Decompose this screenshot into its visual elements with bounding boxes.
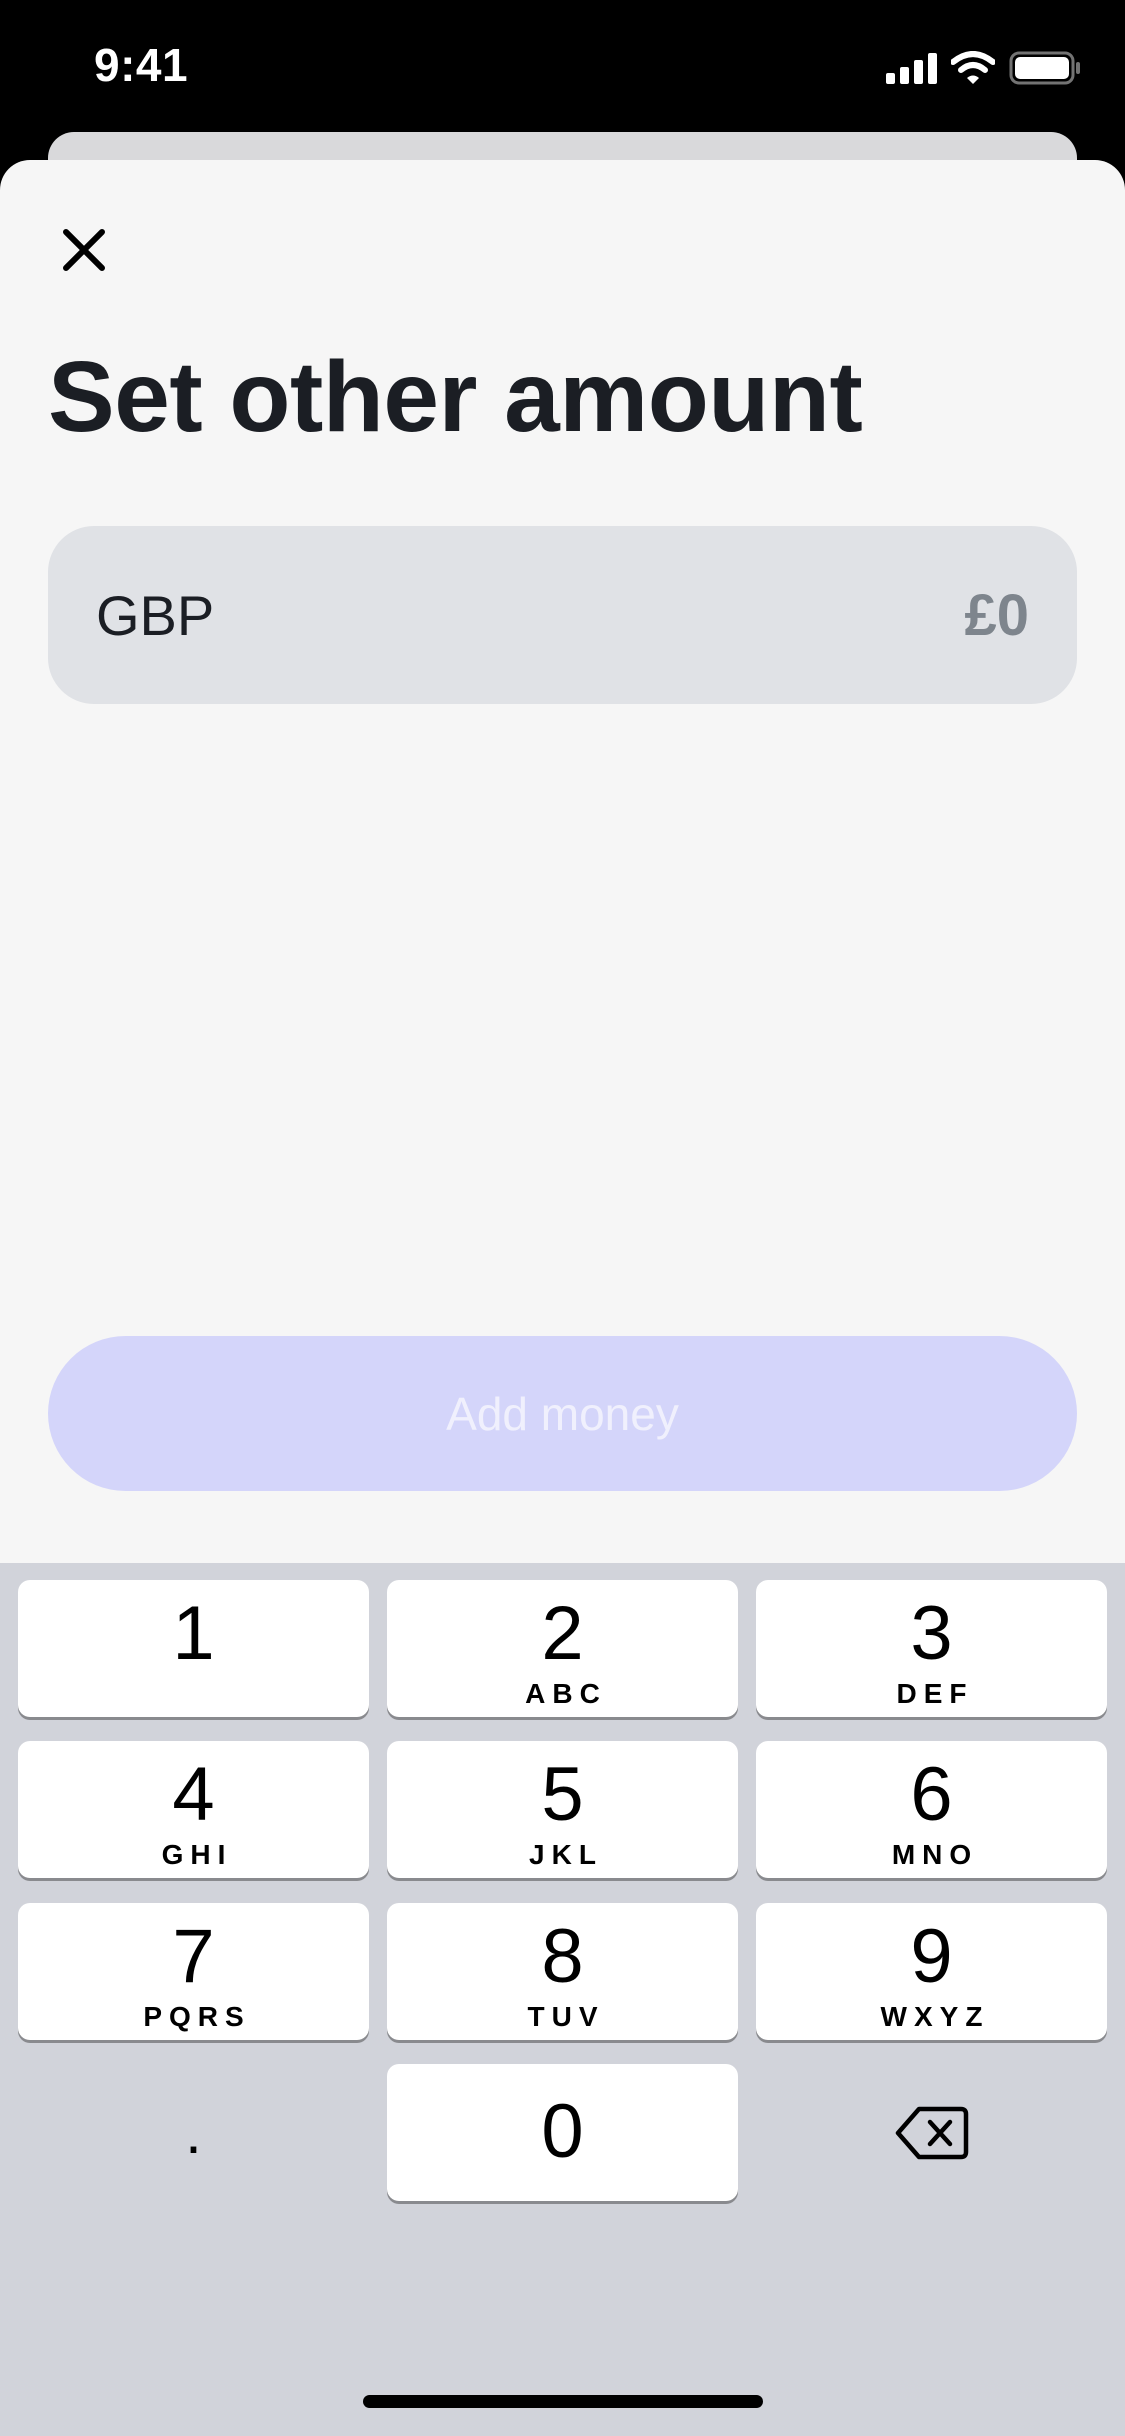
key-digit: 6: [910, 1752, 953, 1837]
key-3[interactable]: 3 DEF: [756, 1580, 1107, 1717]
currency-label: GBP: [96, 583, 215, 647]
key-digit: 8: [541, 1914, 584, 1999]
key-digit: 2: [541, 1591, 584, 1676]
status-bar: 9:41: [0, 0, 1125, 140]
backspace-key[interactable]: [756, 2064, 1107, 2201]
key-letters: GHI: [161, 1839, 233, 1870]
key-letters: MNO: [891, 1839, 979, 1870]
numeric-keypad: 1 2 ABC 3 DEF 4 GHI 5 JKL 6 MNO 7 PQRS 8…: [0, 1563, 1125, 2436]
key-8[interactable]: 8 TUV: [387, 1903, 738, 2040]
key-9[interactable]: 9 WXYZ: [756, 1903, 1107, 2040]
add-money-button[interactable]: Add money: [48, 1336, 1077, 1491]
key-1[interactable]: 1: [18, 1580, 369, 1717]
close-button[interactable]: [54, 220, 114, 280]
key-letters: TUV: [527, 2001, 605, 2032]
key-2[interactable]: 2 ABC: [387, 1580, 738, 1717]
key-digit: 5: [541, 1752, 584, 1837]
key-letters: JKL: [529, 1839, 603, 1870]
key-0[interactable]: 0: [387, 2064, 738, 2201]
amount-value: £0: [964, 582, 1029, 648]
key-digit: 4: [172, 1752, 215, 1837]
close-icon: [63, 229, 105, 271]
home-indicator: [363, 2395, 763, 2408]
key-letters: WXYZ: [880, 2001, 990, 2032]
backspace-icon: [895, 2106, 968, 2159]
key-letters: PQRS: [143, 2001, 251, 2032]
key-digit: 9: [910, 1914, 953, 1999]
key-letters: ABC: [525, 1678, 607, 1709]
key-digit: 3: [910, 1591, 953, 1676]
battery-icon: [1009, 51, 1080, 85]
key-5[interactable]: 5 JKL: [387, 1741, 738, 1878]
key-decimal[interactable]: .: [18, 2064, 369, 2201]
amount-input[interactable]: GBP £0: [48, 526, 1077, 704]
key-4[interactable]: 4 GHI: [18, 1741, 369, 1878]
key-digit: 7: [172, 1914, 215, 1999]
key-6[interactable]: 6 MNO: [756, 1741, 1107, 1878]
key-digit: 1: [172, 1591, 215, 1676]
page-title: Set other amount: [48, 341, 863, 453]
key-letters: DEF: [896, 1678, 974, 1709]
key-7[interactable]: 7 PQRS: [18, 1903, 369, 2040]
status-time: 9:41: [94, 39, 189, 91]
wifi-icon: [951, 51, 995, 84]
status-icons: [886, 50, 1081, 86]
cellular-signal-icon: [886, 52, 937, 84]
amount-sheet: Set other amount GBP £0 Add money: [0, 160, 1125, 1563]
key-digit: 0: [541, 2089, 584, 2174]
